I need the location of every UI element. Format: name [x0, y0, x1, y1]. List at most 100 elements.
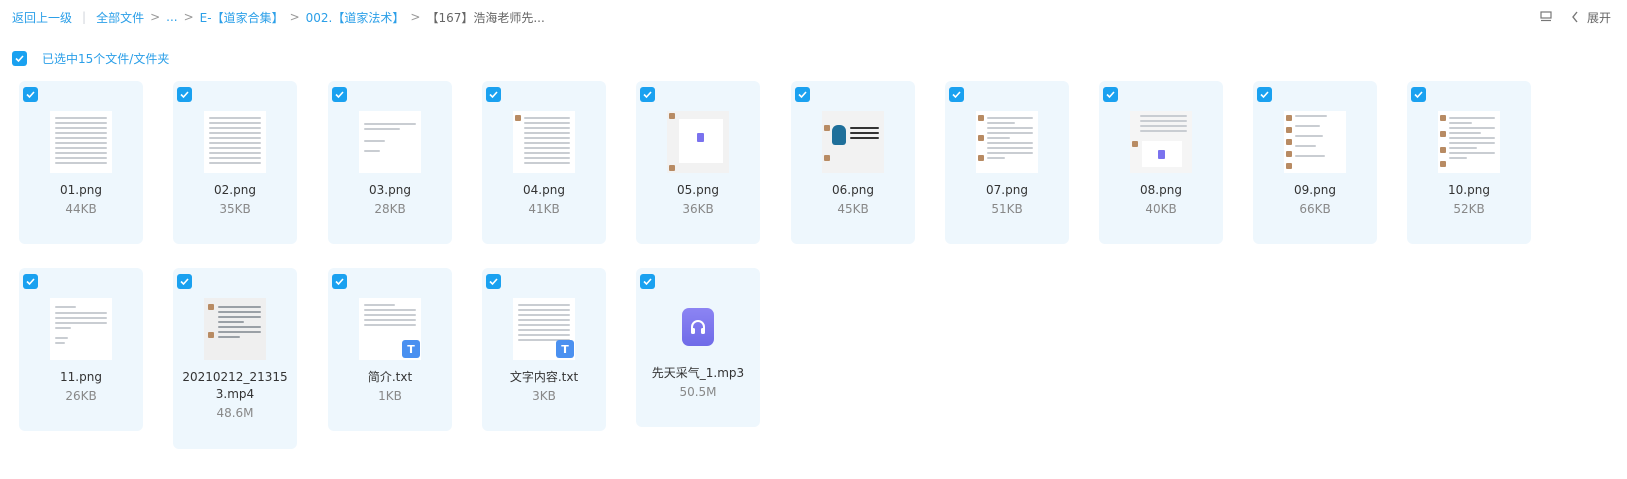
- file-card[interactable]: 08.png 40KB: [1099, 81, 1223, 244]
- file-size: 1KB: [378, 389, 402, 403]
- file-checkbox[interactable]: [949, 87, 964, 102]
- breadcrumb-separator: >: [183, 10, 194, 24]
- file-checkbox[interactable]: [1103, 87, 1118, 102]
- file-size: 40KB: [1145, 202, 1177, 216]
- file-checkbox[interactable]: [1257, 87, 1272, 102]
- file-name: 09.png: [1294, 183, 1336, 197]
- breadcrumb-level2[interactable]: 002.【道家法术】: [306, 9, 405, 26]
- file-size: 51KB: [991, 202, 1023, 216]
- check-icon: [643, 91, 652, 99]
- breadcrumb-ellipsis[interactable]: ...: [166, 10, 177, 24]
- file-name: 02.png: [214, 183, 256, 197]
- expand-label: 展开: [1586, 10, 1611, 25]
- file-size: 36KB: [682, 202, 714, 216]
- file-card[interactable]: 04.png 41KB: [482, 81, 606, 244]
- file-card[interactable]: 05.png 36KB: [636, 81, 760, 244]
- file-card[interactable]: 06.png 45KB: [791, 81, 915, 244]
- file-name: 先天采气_1.mp3: [651, 366, 745, 380]
- file-name: 08.png: [1140, 183, 1182, 197]
- file-card[interactable]: 07.png 51KB: [945, 81, 1069, 244]
- check-icon: [180, 91, 189, 99]
- selection-count: 已选中15个文件/文件夹: [42, 52, 170, 66]
- file-name: 06.png: [832, 183, 874, 197]
- file-card[interactable]: 02.png 35KB: [173, 81, 297, 244]
- file-size: 35KB: [219, 202, 251, 216]
- expand-button[interactable]: 展开: [1571, 9, 1611, 26]
- breadcrumb-root[interactable]: 全部文件: [96, 9, 144, 26]
- breadcrumb-separator: >: [150, 10, 161, 24]
- file-thumbnail: [1438, 111, 1500, 173]
- file-size: 3KB: [532, 389, 556, 403]
- check-icon: [335, 278, 344, 286]
- file-card[interactable]: T 简介.txt 1KB: [328, 268, 452, 431]
- file-size: 52KB: [1453, 202, 1485, 216]
- file-card[interactable]: 01.png 44KB: [19, 81, 143, 244]
- file-checkbox[interactable]: [332, 274, 347, 289]
- file-card[interactable]: 11.png 26KB: [19, 268, 143, 431]
- check-icon: [1260, 91, 1269, 99]
- file-card[interactable]: T 文字内容.txt 3KB: [482, 268, 606, 431]
- file-name: 05.png: [677, 183, 719, 197]
- file-name: 03.png: [369, 183, 411, 197]
- breadcrumb-current: 【167】浩海老师先...: [426, 10, 545, 25]
- file-name: 文字内容.txt: [509, 370, 579, 384]
- file-checkbox[interactable]: [795, 87, 810, 102]
- file-card[interactable]: 10.png 52KB: [1407, 81, 1531, 244]
- file-thumbnail: [1284, 111, 1346, 173]
- file-size: 26KB: [65, 389, 97, 403]
- file-name: 简介.txt: [367, 370, 413, 384]
- check-icon: [335, 91, 344, 99]
- file-name: 11.png: [60, 370, 102, 384]
- headphones-icon: [682, 308, 714, 346]
- breadcrumb: 返回上一级 | 全部文件 > ... > E-【道家合集】 > 002.【道家法…: [12, 9, 545, 26]
- file-checkbox[interactable]: [332, 87, 347, 102]
- file-card[interactable]: 09.png 66KB: [1253, 81, 1377, 244]
- file-thumbnail: [50, 298, 112, 360]
- file-name: 01.png: [60, 183, 102, 197]
- file-name: 10.png: [1448, 183, 1490, 197]
- top-bar: 返回上一级 | 全部文件 > ... > E-【道家合集】 > 002.【道家法…: [12, 6, 1611, 28]
- select-all-checkbox[interactable]: [12, 51, 27, 66]
- back-link[interactable]: 返回上一级: [12, 9, 72, 26]
- file-checkbox[interactable]: [1411, 87, 1426, 102]
- check-icon: [180, 278, 189, 286]
- file-thumbnail: [976, 111, 1038, 173]
- file-checkbox[interactable]: [177, 274, 192, 289]
- file-checkbox[interactable]: [177, 87, 192, 102]
- check-icon: [952, 91, 961, 99]
- breadcrumb-level1[interactable]: E-【道家合集】: [200, 9, 284, 26]
- file-checkbox[interactable]: [640, 87, 655, 102]
- file-size: 45KB: [837, 202, 869, 216]
- check-icon: [1414, 91, 1423, 99]
- file-name: 07.png: [986, 183, 1028, 197]
- breadcrumb-separator: >: [289, 10, 300, 24]
- file-checkbox[interactable]: [486, 274, 501, 289]
- text-file-icon: T: [402, 340, 420, 358]
- check-icon: [26, 278, 35, 286]
- file-size: 50.5M: [679, 385, 717, 399]
- file-card[interactable]: 先天采气_1.mp3 50.5M: [636, 268, 760, 427]
- file-checkbox[interactable]: [23, 274, 38, 289]
- breadcrumb-separator: >: [410, 10, 421, 24]
- file-thumbnail: [50, 111, 112, 173]
- file-thumbnail: [513, 111, 575, 173]
- chevron-left-icon: [1571, 11, 1579, 23]
- file-size: 66KB: [1299, 202, 1331, 216]
- file-checkbox[interactable]: [640, 274, 655, 289]
- file-checkbox[interactable]: [23, 87, 38, 102]
- file-size: 41KB: [528, 202, 560, 216]
- list-view-icon[interactable]: [1539, 10, 1553, 24]
- top-actions: 展开: [1539, 9, 1611, 26]
- file-thumbnail: [1130, 111, 1192, 173]
- file-size: 44KB: [65, 202, 97, 216]
- file-thumbnail: [204, 111, 266, 173]
- file-name: 20210212_213153.mp4: [182, 370, 288, 401]
- text-file-icon: T: [556, 340, 574, 358]
- check-icon: [15, 55, 24, 63]
- file-thumbnail: [667, 111, 729, 173]
- file-card[interactable]: 03.png 28KB: [328, 81, 452, 244]
- file-thumbnail: [359, 111, 421, 173]
- file-card[interactable]: 20210212_213153.mp4 48.6M: [173, 268, 297, 449]
- file-checkbox[interactable]: [486, 87, 501, 102]
- file-name: 04.png: [523, 183, 565, 197]
